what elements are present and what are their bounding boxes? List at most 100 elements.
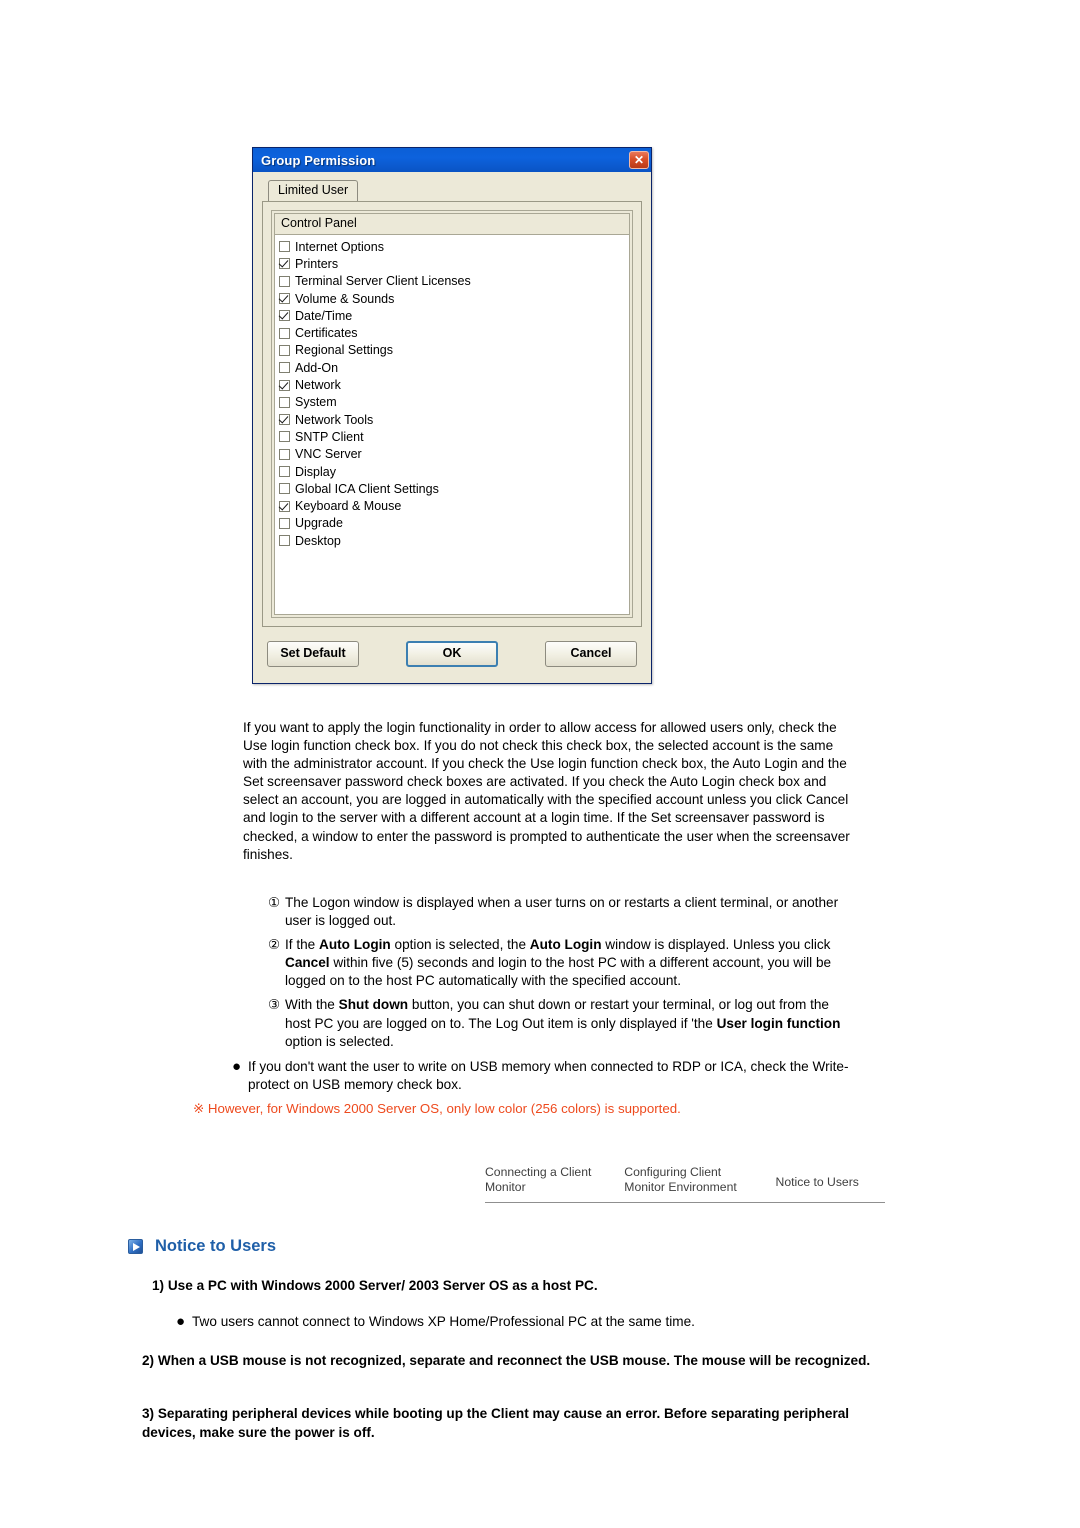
bullet-icon: ● — [176, 1313, 186, 1330]
notice-item-2: 2) When a USB mouse is not recognized, s… — [142, 1353, 871, 1368]
list-item-label: Printers — [295, 256, 339, 271]
list-item[interactable]: Regional Settings — [279, 342, 625, 359]
list-item: ② If the Auto Login option is selected, t… — [268, 936, 858, 990]
nav-footer: Connecting a Client Monitor Configuring … — [485, 1165, 885, 1203]
list-item[interactable]: VNC Server — [279, 446, 625, 463]
checkbox-icon[interactable] — [279, 500, 290, 512]
checkbox-icon[interactable] — [279, 448, 290, 460]
list-item[interactable]: Upgrade — [279, 515, 625, 532]
dialog-title: Group Permission — [261, 152, 376, 168]
list-item: ● If you don't want the user to write on… — [232, 1058, 862, 1094]
list-item[interactable]: Certificates — [279, 324, 625, 341]
list-item-text: The Logon window is displayed when a use… — [285, 895, 839, 929]
list-item: ① The Logon window is displayed when a us… — [268, 894, 858, 930]
nav-link-connecting-a-client-monitor[interactable]: Connecting a Client Monitor — [485, 1165, 624, 1195]
dialog-titlebar[interactable]: Group Permission ✕ — [253, 148, 651, 172]
notice-bullet-1: ● Two users cannot connect to Windows XP… — [176, 1313, 866, 1331]
set-default-button[interactable]: Set Default — [267, 641, 359, 667]
notice-bullet-text: Two users cannot connect to Windows XP H… — [192, 1314, 695, 1329]
list-item-label: Desktop — [295, 533, 341, 548]
list-item-label: Date/Time — [295, 308, 353, 323]
list-item[interactable]: System — [279, 394, 625, 411]
list-item[interactable]: Desktop — [279, 532, 625, 549]
checkbox-icon[interactable] — [279, 379, 290, 391]
checkbox-icon[interactable] — [279, 535, 290, 547]
list-item-label: System — [295, 395, 337, 410]
list-item-label: Upgrade — [295, 516, 343, 531]
numbered-list: ① The Logon window is displayed when a us… — [268, 894, 858, 1051]
checkbox-icon[interactable] — [279, 275, 290, 287]
list-item-text: If the Auto Login option is selected, th… — [285, 937, 832, 989]
list-item-label: Regional Settings — [295, 343, 393, 358]
list-item[interactable]: Keyboard & Mouse — [279, 497, 625, 514]
checkbox-icon[interactable] — [279, 344, 290, 356]
list-item[interactable]: Terminal Server Client Licenses — [279, 273, 625, 290]
group-header-label: Control Panel — [274, 213, 630, 235]
group-permission-dialog: Group Permission ✕ Limited User Control … — [252, 147, 652, 684]
list-item[interactable]: Network — [279, 376, 625, 393]
list-item-label: Volume & Sounds — [295, 291, 395, 306]
list-marker: ③ — [268, 997, 281, 1013]
nav-link-configuring-client-monitor-environment[interactable]: Configuring Client Monitor Environment — [624, 1165, 775, 1195]
list-item[interactable]: Global ICA Client Settings — [279, 480, 625, 497]
checkbox-icon[interactable] — [279, 293, 290, 305]
checkbox-icon[interactable] — [279, 483, 290, 495]
list-item[interactable]: Date/Time — [279, 307, 625, 324]
dialog-body: Limited User Control Panel Internet Opti… — [253, 172, 651, 683]
list-item[interactable]: Volume & Sounds — [279, 290, 625, 307]
tab-limited-user[interactable]: Limited User — [268, 180, 359, 201]
tab-panel-limited-user: Control Panel Internet Options Printers Te… — [262, 201, 642, 627]
notice-item-3: 3) Separating peripheral devices while b… — [142, 1406, 850, 1440]
checkbox-icon[interactable] — [279, 466, 290, 477]
notice-heading: Notice to Users — [128, 1237, 276, 1256]
list-item[interactable]: Printers — [279, 255, 625, 272]
checkbox-icon[interactable] — [279, 327, 290, 339]
list-item-label: Certificates — [295, 326, 358, 341]
notice-item-1: 1) Use a PC with Windows 2000 Server/ 20… — [152, 1278, 598, 1293]
nav-link-notice-to-users[interactable]: Notice to Users — [776, 1165, 885, 1195]
list-item[interactable]: Add-On — [279, 359, 625, 376]
list-item-text: With the Shut down button, you can shut … — [285, 997, 841, 1049]
list-item-label: Add-On — [295, 360, 339, 375]
list-item-label: SNTP Client — [295, 429, 364, 444]
bullet-text: If you don't want the user to write on U… — [248, 1059, 849, 1093]
ok-button[interactable]: OK — [406, 641, 498, 667]
checkbox-icon[interactable] — [279, 396, 290, 408]
list-item: ③ With the Shut down button, you can shut… — [268, 996, 858, 1050]
main-paragraph: If you want to apply the login functiona… — [243, 720, 850, 862]
control-panel-group: Control Panel Internet Options Printers Te… — [271, 210, 633, 618]
list-item[interactable]: Internet Options — [279, 238, 625, 255]
list-item[interactable]: SNTP Client — [279, 428, 625, 445]
play-arrow-icon — [128, 1239, 143, 1254]
nav-columns: Connecting a Client Monitor Configuring … — [485, 1165, 885, 1202]
permission-checkbox-list[interactable]: Internet Options Printers Terminal Server … — [274, 235, 630, 615]
list-item-label: Global ICA Client Settings — [295, 481, 439, 496]
dialog-button-row: Set Default OK Cancel — [262, 627, 642, 673]
list-item-label: Keyboard & Mouse — [295, 499, 402, 514]
page-title: Notice to Users — [155, 1237, 277, 1255]
nav-divider — [485, 1202, 885, 1203]
usb-bullet-list: ● If you don't want the user to write on… — [232, 1058, 862, 1094]
list-item-label: VNC Server — [295, 447, 362, 462]
checkbox-icon[interactable] — [279, 517, 290, 529]
checkbox-icon[interactable] — [279, 310, 290, 322]
bullet-icon: ● — [232, 1058, 242, 1075]
list-item[interactable]: Network Tools — [279, 411, 625, 428]
list-item-label: Terminal Server Client Licenses — [295, 274, 471, 289]
cancel-button[interactable]: Cancel — [545, 641, 637, 667]
checkbox-icon[interactable] — [279, 241, 290, 253]
close-icon[interactable]: ✕ — [629, 151, 649, 169]
list-marker: ① — [268, 895, 281, 910]
list-item-label: Network Tools — [295, 412, 374, 427]
red-warning-note: ※ However, for Windows 2000 Server OS, o… — [193, 1101, 681, 1116]
checkbox-icon[interactable] — [279, 431, 290, 443]
list-item-label: Network — [295, 378, 341, 393]
list-marker: ② — [268, 937, 281, 953]
list-item-label: Internet Options — [295, 239, 384, 254]
tab-strip: Limited User — [262, 180, 642, 202]
list-item-label: Display — [295, 464, 336, 479]
checkbox-icon[interactable] — [279, 362, 290, 374]
list-item[interactable]: Display — [279, 463, 625, 480]
checkbox-icon[interactable] — [279, 414, 290, 426]
checkbox-icon[interactable] — [279, 258, 290, 270]
